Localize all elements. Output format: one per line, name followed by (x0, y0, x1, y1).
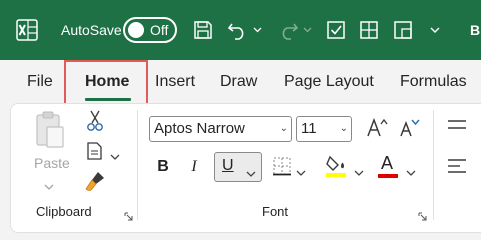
format-painter-icon[interactable] (84, 170, 108, 192)
font-size-dropdown-chevron-icon[interactable]: ⌄ (340, 117, 348, 141)
paste-icon[interactable] (34, 110, 66, 150)
fill-color-icon[interactable] (324, 153, 348, 179)
group-separator (433, 110, 434, 220)
save-icon[interactable] (190, 0, 216, 60)
cut-icon[interactable] (86, 110, 104, 132)
excel-logo-icon (14, 0, 40, 60)
tab-page-layout[interactable]: Page Layout (284, 72, 374, 92)
copy-icon[interactable] (84, 140, 106, 162)
group-separator (137, 110, 138, 220)
customize-toolbar-chevron-icon[interactable] (428, 0, 442, 60)
undo-icon[interactable] (226, 0, 250, 60)
checkbox-icon[interactable] (323, 0, 349, 60)
autosave-state: Off (150, 22, 169, 38)
tab-insert[interactable]: Insert (155, 72, 195, 92)
increase-font-size-icon[interactable] (365, 116, 389, 140)
copy-dropdown-chevron-icon[interactable] (110, 147, 122, 160)
font-dialog-launcher-icon[interactable] (418, 208, 427, 221)
autosave-label: AutoSave (61, 22, 122, 38)
font-color-dropdown-chevron-icon[interactable] (406, 163, 416, 176)
font-group-label: Font (262, 204, 289, 219)
clipboard-group-label: Clipboard (36, 204, 92, 219)
paste-dropdown-chevron-icon[interactable] (44, 177, 56, 190)
font-color-label: A (381, 153, 394, 173)
file-name-truncated: B (470, 22, 481, 38)
toggle-knob (128, 22, 144, 38)
font-name-value: Aptos Narrow (154, 120, 245, 137)
fill-color-dropdown-chevron-icon[interactable] (354, 163, 364, 176)
redo-dropdown-chevron-icon (301, 0, 313, 60)
font-color-button[interactable]: A (376, 153, 400, 179)
redo-icon (276, 0, 300, 60)
paste-label[interactable]: Paste (34, 155, 70, 171)
title-bar: AutoSave Off B (0, 0, 481, 60)
underline-dropdown-chevron-icon[interactable] (246, 164, 256, 177)
align-top-icon[interactable] (447, 118, 467, 134)
underline-label: U (222, 157, 234, 174)
clipboard-dialog-launcher-icon[interactable] (124, 208, 133, 221)
decrease-font-size-icon[interactable] (397, 116, 421, 140)
print-preview-icon[interactable] (390, 0, 416, 60)
tab-draw[interactable]: Draw (220, 72, 257, 92)
borders-dropdown-chevron-icon[interactable] (296, 163, 306, 176)
autosave-toggle[interactable]: Off (123, 17, 177, 43)
bold-button[interactable]: B (156, 157, 170, 177)
font-color-bar (378, 174, 398, 178)
italic-button[interactable]: I (187, 157, 201, 177)
undo-dropdown-chevron-icon[interactable] (251, 0, 263, 60)
borders-icon[interactable] (356, 0, 382, 60)
align-left-icon[interactable] (447, 156, 467, 178)
font-size-value: 11 (301, 120, 317, 137)
tab-file[interactable]: File (27, 72, 53, 92)
font-size-combo[interactable]: 11 ⌄ (296, 116, 352, 142)
borders-icon[interactable] (272, 156, 292, 176)
font-name-combo[interactable]: Aptos Narrow ⌄ (149, 116, 292, 142)
font-name-dropdown-chevron-icon[interactable]: ⌄ (280, 117, 288, 141)
underline-button[interactable]: U (214, 152, 262, 182)
tab-formulas[interactable]: Formulas (400, 72, 467, 92)
